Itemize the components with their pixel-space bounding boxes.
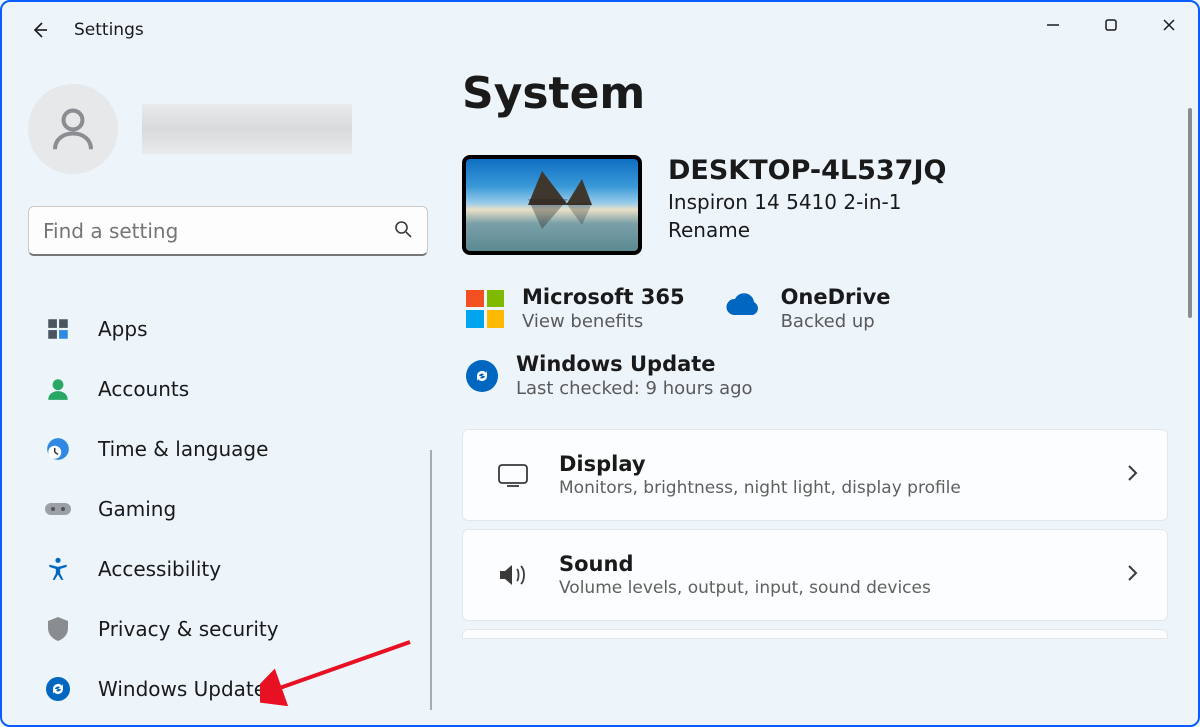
sidebar-item-label: Windows Update [98, 677, 266, 701]
rename-link[interactable]: Rename [668, 218, 946, 242]
onedrive-card[interactable]: OneDrive Backed up [719, 279, 895, 338]
gaming-icon [44, 495, 72, 523]
sidebar-item-label: Accessibility [98, 557, 221, 581]
sound-icon [491, 561, 535, 589]
sidebar-item-privacy-security[interactable]: Privacy & security [28, 602, 442, 656]
chevron-right-icon [1125, 563, 1139, 587]
device-block: DESKTOP-4L537JQ Inspiron 14 5410 2-in-1 … [462, 155, 1168, 255]
setting-title: Display [559, 452, 961, 476]
settings-list: Display Monitors, brightness, night ligh… [462, 429, 1168, 639]
title-bar: Settings [2, 2, 1198, 58]
nav-list: Apps Accounts Time & language Gaming [28, 302, 442, 722]
card-subtitle: Last checked: 9 hours ago [516, 378, 753, 399]
minimize-button[interactable] [1024, 2, 1082, 48]
device-name: DESKTOP-4L537JQ [668, 155, 946, 186]
user-name-redacted [142, 104, 352, 154]
setting-row-display[interactable]: Display Monitors, brightness, night ligh… [462, 429, 1168, 521]
avatar [28, 84, 118, 174]
search-field[interactable] [28, 206, 428, 256]
search-icon [393, 219, 413, 243]
windows-update-icon [44, 675, 72, 703]
setting-title: Sound [559, 552, 931, 576]
cloud-icon [723, 293, 763, 325]
sidebar-item-label: Privacy & security [98, 617, 279, 641]
sidebar-item-time-language[interactable]: Time & language [28, 422, 442, 476]
back-button[interactable] [20, 10, 60, 50]
user-account-block[interactable] [28, 84, 442, 174]
page-title: System [462, 68, 1168, 119]
sidebar-item-label: Accounts [98, 377, 189, 401]
card-subtitle: View benefits [522, 311, 685, 332]
setting-row-peek [462, 629, 1168, 639]
setting-subtitle: Monitors, brightness, night light, displ… [559, 478, 961, 498]
windows-update-icon [466, 360, 498, 392]
scrollbar[interactable] [1188, 108, 1192, 705]
display-icon [491, 462, 535, 488]
main-content: System DESKTOP-4L537JQ Inspiron 14 5410 … [462, 58, 1198, 725]
accessibility-icon [44, 555, 72, 583]
card-title: Microsoft 365 [522, 285, 685, 309]
card-title: Windows Update [516, 352, 753, 376]
card-title: OneDrive [781, 285, 891, 309]
card-subtitle: Backed up [781, 311, 891, 332]
sidebar-item-apps[interactable]: Apps [28, 302, 442, 356]
sidebar-item-windows-update[interactable]: Windows Update [28, 662, 442, 716]
window-controls [1024, 2, 1198, 48]
setting-subtitle: Volume levels, output, input, sound devi… [559, 578, 931, 598]
chevron-right-icon [1125, 463, 1139, 487]
close-button[interactable] [1140, 2, 1198, 48]
sidebar-item-gaming[interactable]: Gaming [28, 482, 442, 536]
desktop-wallpaper-thumb [462, 155, 642, 255]
sidebar-item-label: Time & language [98, 437, 268, 461]
sidebar-item-accounts[interactable]: Accounts [28, 362, 442, 416]
sidebar-scroll-indicator [430, 450, 432, 710]
sidebar-item-label: Apps [98, 317, 148, 341]
accounts-icon [44, 375, 72, 403]
search-input[interactable] [43, 219, 393, 243]
microsoft-logo-icon [466, 290, 504, 328]
sidebar-item-accessibility[interactable]: Accessibility [28, 542, 442, 596]
maximize-button[interactable] [1082, 2, 1140, 48]
windows-update-card[interactable]: Windows Update Last checked: 9 hours ago [462, 346, 757, 405]
shield-icon [44, 615, 72, 643]
time-language-icon [44, 435, 72, 463]
sidebar: Apps Accounts Time & language Gaming [2, 58, 462, 725]
setting-row-sound[interactable]: Sound Volume levels, output, input, soun… [462, 529, 1168, 621]
sidebar-item-label: Gaming [98, 497, 176, 521]
scrollbar-thumb[interactable] [1188, 108, 1192, 318]
device-model: Inspiron 14 5410 2-in-1 [668, 190, 946, 214]
app-title: Settings [74, 20, 144, 40]
apps-icon [44, 315, 72, 343]
microsoft-365-card[interactable]: Microsoft 365 View benefits [462, 279, 689, 338]
